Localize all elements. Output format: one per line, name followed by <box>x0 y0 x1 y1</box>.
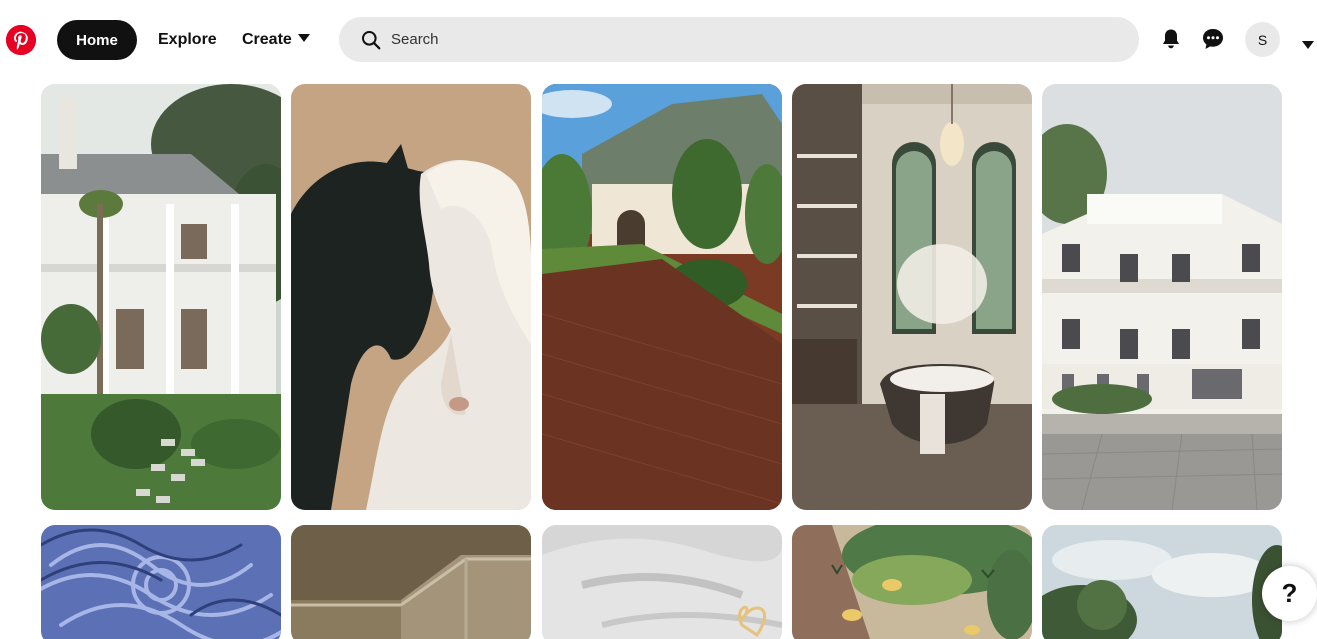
pin-image <box>291 84 531 510</box>
chevron-down-icon[interactable] <box>1302 36 1314 54</box>
create-menu-button[interactable]: Create <box>242 20 310 60</box>
pin-image <box>41 525 281 639</box>
pin-image <box>1042 84 1282 510</box>
pin-image <box>41 84 281 510</box>
pin-card[interactable] <box>41 525 281 639</box>
pin-image <box>291 525 531 639</box>
bell-icon[interactable] <box>1158 26 1184 52</box>
create-label: Create <box>242 31 292 48</box>
pin-image <box>542 84 782 510</box>
pin-image <box>1042 525 1282 639</box>
pin-image <box>542 525 782 639</box>
pin-grid <box>41 84 1282 639</box>
pin-card[interactable] <box>41 84 281 510</box>
avatar[interactable]: S <box>1245 22 1280 57</box>
explore-link[interactable]: Explore <box>158 20 217 60</box>
pinterest-logo-icon[interactable] <box>6 25 36 55</box>
pin-card[interactable] <box>542 525 782 639</box>
caret-down-icon <box>297 34 310 42</box>
chat-bubble-icon[interactable] <box>1200 26 1226 52</box>
search-input[interactable] <box>391 31 1091 48</box>
pin-card[interactable] <box>291 525 531 639</box>
pin-card[interactable] <box>792 525 1032 639</box>
pin-card[interactable] <box>291 84 531 510</box>
search-icon <box>362 30 381 49</box>
pin-card[interactable] <box>1042 84 1282 510</box>
pin-card[interactable] <box>792 84 1032 510</box>
pin-image <box>792 84 1032 510</box>
help-button[interactable]: ? <box>1262 566 1317 621</box>
pin-card[interactable] <box>1042 525 1282 639</box>
search-bar[interactable] <box>339 17 1139 62</box>
pin-card[interactable] <box>542 84 782 510</box>
top-navigation-bar: Home Explore Create S <box>0 0 1317 80</box>
home-button[interactable]: Home <box>57 20 137 60</box>
pin-image <box>792 525 1032 639</box>
